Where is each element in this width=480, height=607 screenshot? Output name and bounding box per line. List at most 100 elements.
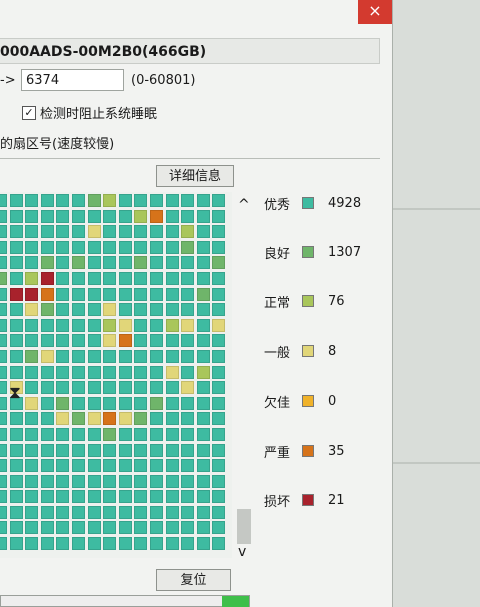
legend-swatch (302, 395, 314, 407)
sector-block (181, 381, 195, 395)
sector-block (25, 271, 39, 285)
sector-block (118, 537, 132, 551)
sector-block (87, 505, 101, 519)
sector-block (212, 381, 226, 395)
prevent-sleep-checkbox-row[interactable]: ✓ 检测时阻止系统睡眠 (22, 103, 157, 122)
sector-block (9, 427, 23, 441)
sector-block (149, 365, 163, 379)
sector-block (40, 381, 54, 395)
sector-block (9, 521, 23, 535)
sector-block (9, 287, 23, 301)
sector-block (87, 490, 101, 504)
sector-block (212, 412, 226, 426)
sector-block (56, 240, 70, 254)
sector-block (56, 349, 70, 363)
sector-block (134, 271, 148, 285)
sector-block (40, 490, 54, 504)
sector-block (165, 427, 179, 441)
sector-block (103, 412, 117, 426)
sector-block (0, 209, 7, 223)
sector-block (134, 318, 148, 332)
sector-block (25, 490, 39, 504)
scrollbar-thumb[interactable] (237, 509, 251, 544)
sector-block (149, 240, 163, 254)
sector-block (103, 490, 117, 504)
sector-block (149, 537, 163, 551)
scroll-down-icon[interactable]: v (238, 544, 246, 560)
sector-block (103, 287, 117, 301)
sector-block (103, 318, 117, 332)
sector-block (134, 396, 148, 410)
sector-block (212, 287, 226, 301)
sector-block (134, 240, 148, 254)
sector-block (71, 521, 85, 535)
sector-block (149, 412, 163, 426)
sector-block (40, 271, 54, 285)
range-end-input[interactable]: 6374 (21, 69, 124, 91)
sector-block (56, 521, 70, 535)
sector-block (103, 443, 117, 457)
sector-block (40, 443, 54, 457)
sector-block (9, 349, 23, 363)
sector-block (103, 271, 117, 285)
sector-block (181, 443, 195, 457)
sector-block (103, 240, 117, 254)
sector-block (196, 194, 210, 207)
sector-block (25, 412, 39, 426)
sector-block (71, 474, 85, 488)
sector-block (71, 427, 85, 441)
sector-block (134, 194, 148, 207)
sector-block (56, 225, 70, 239)
sector-block (181, 412, 195, 426)
sector-block (71, 459, 85, 473)
sector-block (71, 225, 85, 239)
sector-block (71, 505, 85, 519)
check-icon[interactable]: ✓ (22, 105, 36, 120)
sector-block (196, 225, 210, 239)
sector-block (87, 521, 101, 535)
sector-block (87, 412, 101, 426)
sector-block (181, 287, 195, 301)
sector-block (181, 505, 195, 519)
sector-block (71, 443, 85, 457)
sector-block (0, 474, 7, 488)
sector-block (212, 318, 226, 332)
sector-block (103, 209, 117, 223)
sector-block-grid (0, 194, 226, 551)
details-button[interactable]: 详细信息 (156, 165, 234, 187)
scroll-up-icon[interactable]: ^ (238, 197, 250, 213)
sector-block (0, 443, 7, 457)
sector-block (196, 459, 210, 473)
sector-block (87, 537, 101, 551)
legend-count: 1307 (328, 244, 362, 260)
sector-block (87, 365, 101, 379)
sector-block (71, 396, 85, 410)
sector-block (134, 349, 148, 363)
sector-block (118, 521, 132, 535)
sector-block (212, 396, 226, 410)
sector-block (0, 240, 7, 254)
reset-button[interactable]: 复位 (156, 569, 231, 591)
sector-block (9, 209, 23, 223)
sector-block (181, 225, 195, 239)
close-button[interactable]: × (358, 0, 392, 24)
sector-block (134, 303, 148, 317)
sector-block (9, 194, 23, 207)
sector-block (87, 194, 101, 207)
sector-block (181, 256, 195, 270)
range-hint: (0-60801) (131, 73, 196, 88)
sector-block (25, 225, 39, 239)
sector-block (56, 271, 70, 285)
sector-block (56, 396, 70, 410)
legend-item-poor: 欠佳 0 (264, 392, 390, 411)
legend-count: 0 (328, 393, 337, 409)
sector-block (196, 381, 210, 395)
sector-block (165, 240, 179, 254)
sector-block (181, 474, 195, 488)
sector-block (149, 303, 163, 317)
sector-block (103, 349, 117, 363)
sector-block (87, 427, 101, 441)
legend-count: 4928 (328, 195, 362, 211)
sector-block (134, 490, 148, 504)
range-arrow: -> (0, 73, 16, 88)
